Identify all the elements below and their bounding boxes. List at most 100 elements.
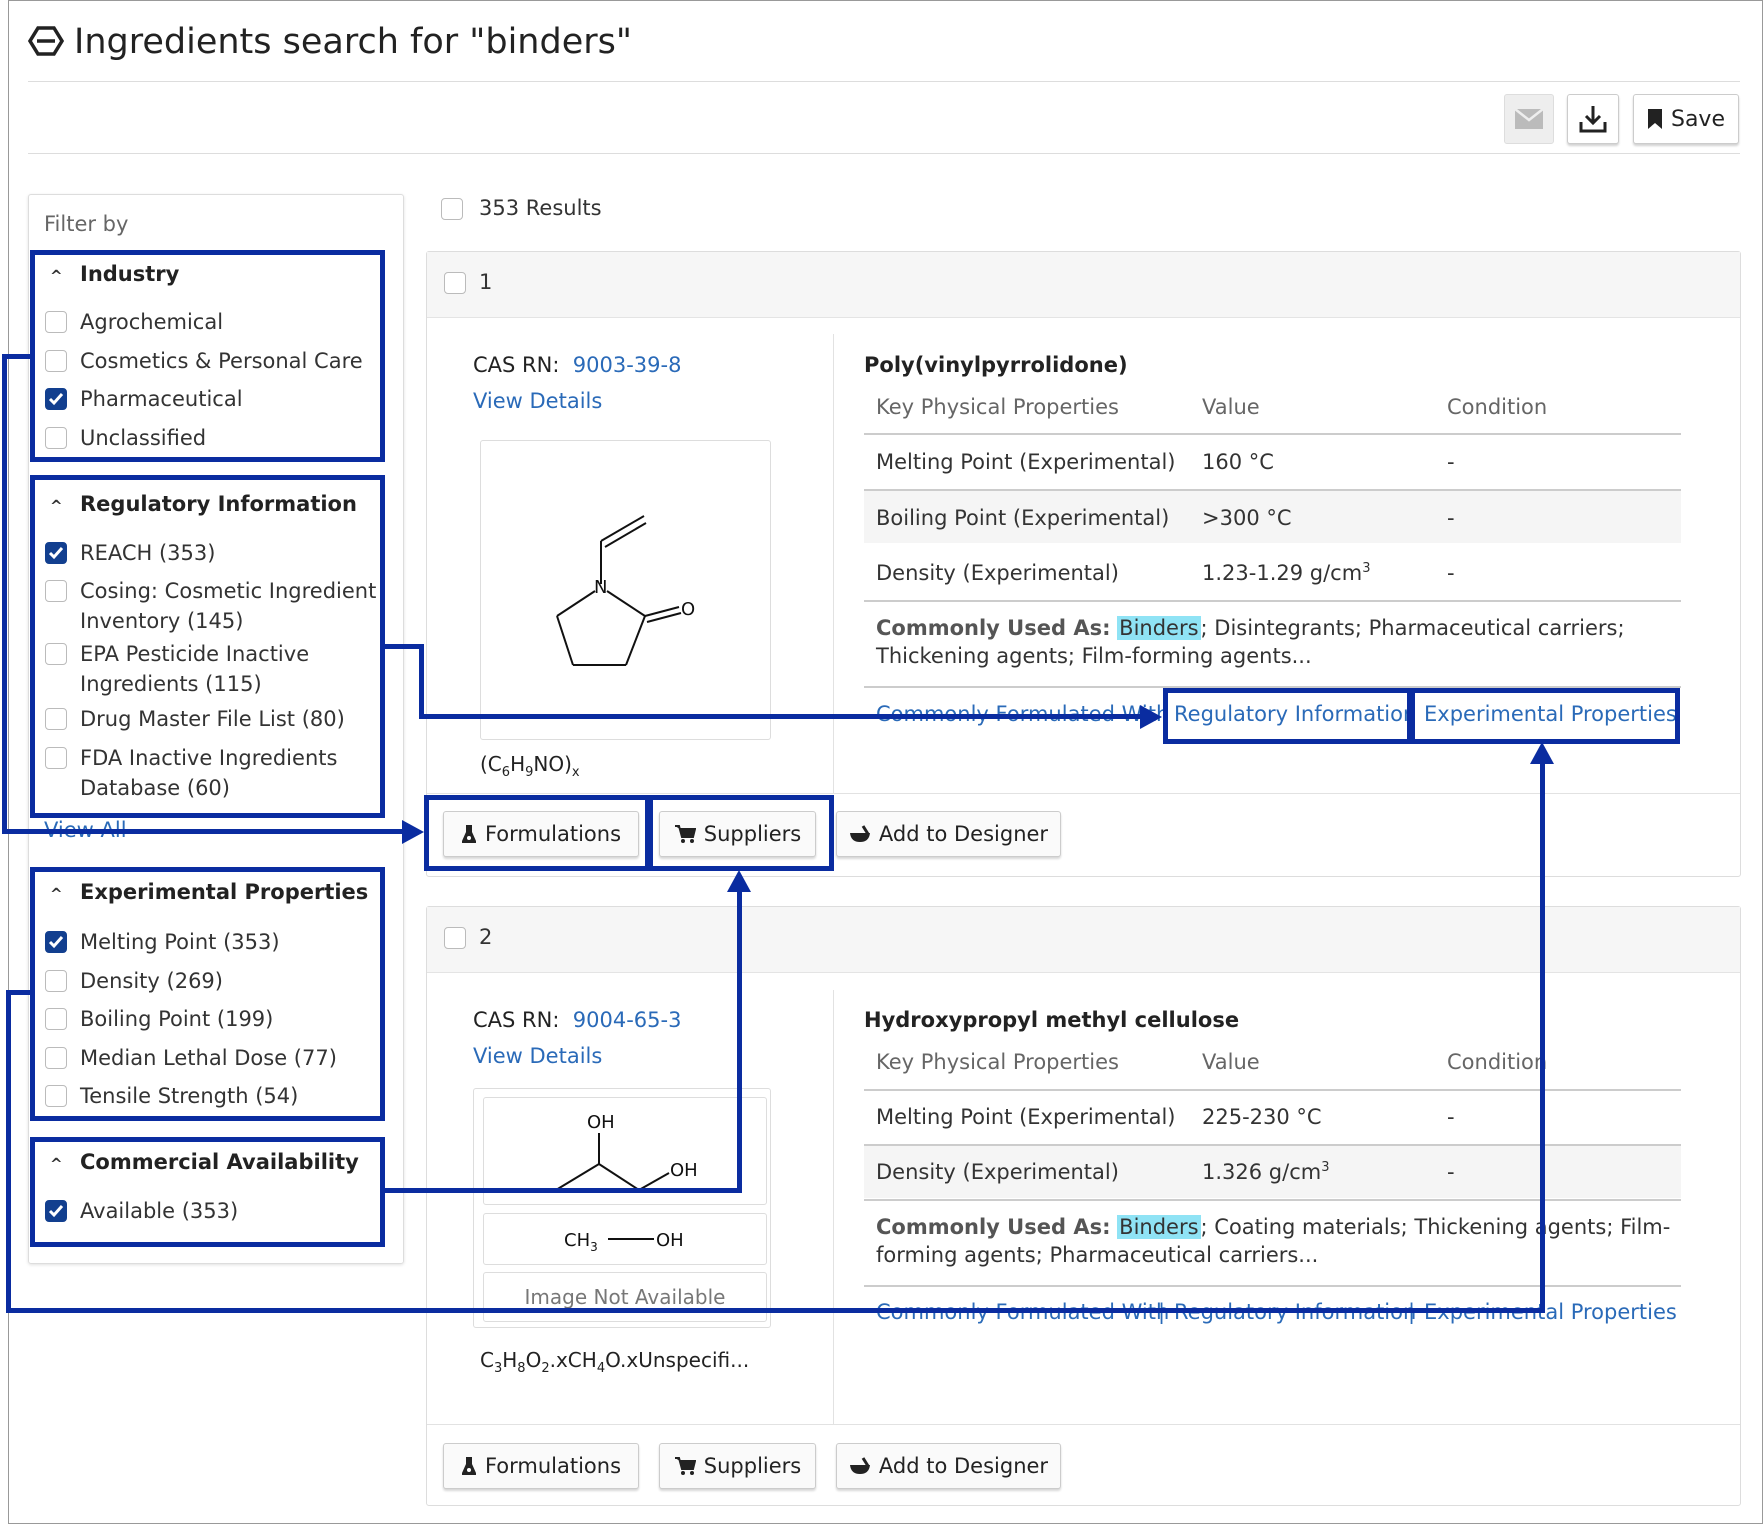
table-header: Condition — [1447, 395, 1548, 419]
arrow-up-icon — [1530, 742, 1554, 764]
structure-image: CH3 OH — [483, 1213, 767, 1265]
result-checkbox-1[interactable] — [444, 272, 466, 294]
download-button[interactable] — [1567, 94, 1619, 144]
bookmark-icon — [1647, 109, 1662, 129]
formulations-button[interactable]: Formulations — [443, 1443, 639, 1489]
formula: C3H8O2.xCH4O.xUnspecifi... — [480, 1348, 750, 1376]
cas-number-link[interactable]: 9004-65-3 — [573, 1008, 682, 1032]
cas-label: CAS RN: — [473, 1008, 560, 1032]
suppliers-button[interactable]: Suppliers — [659, 1443, 816, 1489]
connector-line — [737, 890, 742, 1193]
table-row-prop: Boiling Point (Experimental) — [876, 506, 1170, 530]
table-header: Key Physical Properties — [876, 395, 1119, 419]
button-label: Add to Designer — [878, 1454, 1049, 1478]
table-row-prop: Melting Point (Experimental) — [876, 1105, 1176, 1129]
search-hexagon-icon — [28, 26, 64, 56]
formula: (C6H9NO)x — [480, 752, 580, 780]
arrow-up-icon — [727, 870, 751, 892]
image-not-available-text: Image Not Available — [524, 1285, 726, 1309]
card-divider — [833, 990, 834, 1425]
chemical-name[interactable]: Hydroxypropyl methyl cellulose — [864, 1008, 1239, 1032]
envelope-icon — [1514, 108, 1544, 129]
table-row-value: 1.326 g/cm3 — [1202, 1160, 1329, 1184]
highlight-box-experimental — [30, 867, 385, 1121]
connector-line — [6, 1308, 1545, 1313]
image-not-available-box: Image Not Available — [483, 1272, 767, 1322]
add-to-designer-button[interactable]: Add to Designer — [836, 811, 1061, 857]
atom-label-oh: OH — [587, 1112, 615, 1133]
connector-line — [6, 990, 11, 1313]
title-divider — [28, 81, 1740, 82]
atom-label-n: N — [594, 577, 607, 598]
card-divider — [833, 334, 834, 794]
highlight-box-industry — [30, 250, 385, 462]
atom-label-oh: OH — [670, 1160, 698, 1181]
email-button[interactable] — [1504, 94, 1554, 144]
search-term-highlight: Binders — [1117, 1215, 1201, 1239]
result-card-header — [427, 252, 1740, 318]
atom-label-o: O — [681, 599, 695, 620]
svg-text:CH3: CH3 — [564, 1230, 598, 1254]
view-details-link[interactable]: View Details — [473, 389, 602, 413]
atom-label-oh: OH — [656, 1230, 684, 1251]
card-footer-divider — [427, 1424, 1740, 1425]
table-row-value: 225-230 °C — [1202, 1105, 1322, 1129]
table-row-value: 1.23-1.29 g/cm3 — [1202, 561, 1370, 585]
view-details-link[interactable]: View Details — [473, 1044, 602, 1068]
table-header: Value — [1202, 1050, 1260, 1074]
result-checkbox-2[interactable] — [444, 927, 466, 949]
search-term-highlight: Binders — [1117, 616, 1201, 640]
button-label: Suppliers — [703, 1454, 802, 1478]
connector-line — [419, 714, 1143, 719]
table-row-prop: Melting Point (Experimental) — [876, 450, 1176, 474]
results-count: 353 Results — [479, 196, 602, 220]
save-button[interactable]: Save — [1633, 94, 1739, 144]
select-all-checkbox[interactable] — [441, 198, 463, 220]
connector-line — [2, 829, 406, 834]
mortar-icon — [849, 1457, 870, 1474]
highlight-box-experimental-link — [1410, 688, 1680, 744]
atom-label-subscript: 3 — [590, 1240, 598, 1254]
connector-line — [419, 644, 424, 719]
value-superscript: 3 — [1321, 1160, 1330, 1175]
row-separator — [864, 1089, 1681, 1091]
commonly-used-as: Commonly Used As: Binders; Disintegrants… — [876, 614, 1676, 670]
connector-line — [2, 354, 7, 834]
cas-rn: CAS RN: 9004-65-3 — [473, 1008, 681, 1032]
table-row-condition: - — [1447, 506, 1455, 530]
result-index: 2 — [479, 925, 493, 949]
table-row-condition: - — [1447, 1160, 1455, 1184]
mortar-icon — [849, 825, 870, 842]
highlight-box-regulatory-link — [1163, 688, 1412, 744]
arrow-right-icon — [402, 820, 424, 844]
table-row-value: 160 °C — [1202, 450, 1274, 474]
cart-icon — [674, 1457, 696, 1475]
pvp-structure-diagram: N O — [556, 515, 695, 666]
used-label: Commonly Used As: — [876, 616, 1111, 640]
row-separator — [864, 433, 1681, 435]
cas-number-link[interactable]: 9003-39-8 — [573, 353, 682, 377]
commonly-used-as: Commonly Used As: Binders; Coating mater… — [876, 1213, 1676, 1269]
row-separator — [864, 1199, 1681, 1201]
add-to-designer-button[interactable]: Add to Designer — [836, 1443, 1061, 1489]
download-icon — [1579, 106, 1607, 133]
result-index: 1 — [479, 270, 493, 294]
table-header: Value — [1202, 395, 1260, 419]
button-label: Add to Designer — [878, 822, 1049, 846]
table-row-condition: - — [1447, 1105, 1455, 1129]
value-superscript: 3 — [1362, 561, 1371, 576]
save-label: Save — [1670, 106, 1725, 132]
table-row-condition: - — [1447, 561, 1455, 585]
cas-label: CAS RN: — [473, 353, 560, 377]
highlight-box-commercial — [30, 1137, 385, 1247]
value-text: 1.23-1.29 g/cm — [1202, 561, 1363, 585]
toolbar-divider — [28, 153, 1740, 154]
table-header: Key Physical Properties — [876, 1050, 1119, 1074]
chemical-name[interactable]: Poly(vinylpyrrolidone) — [864, 353, 1128, 377]
atom-label-ch: CH — [564, 1230, 590, 1251]
connector-line — [384, 1188, 742, 1193]
highlight-box-formulations — [424, 795, 650, 871]
flask-icon — [461, 1457, 476, 1475]
connector-line — [1540, 762, 1545, 1313]
arrow-right-icon — [1140, 705, 1162, 729]
